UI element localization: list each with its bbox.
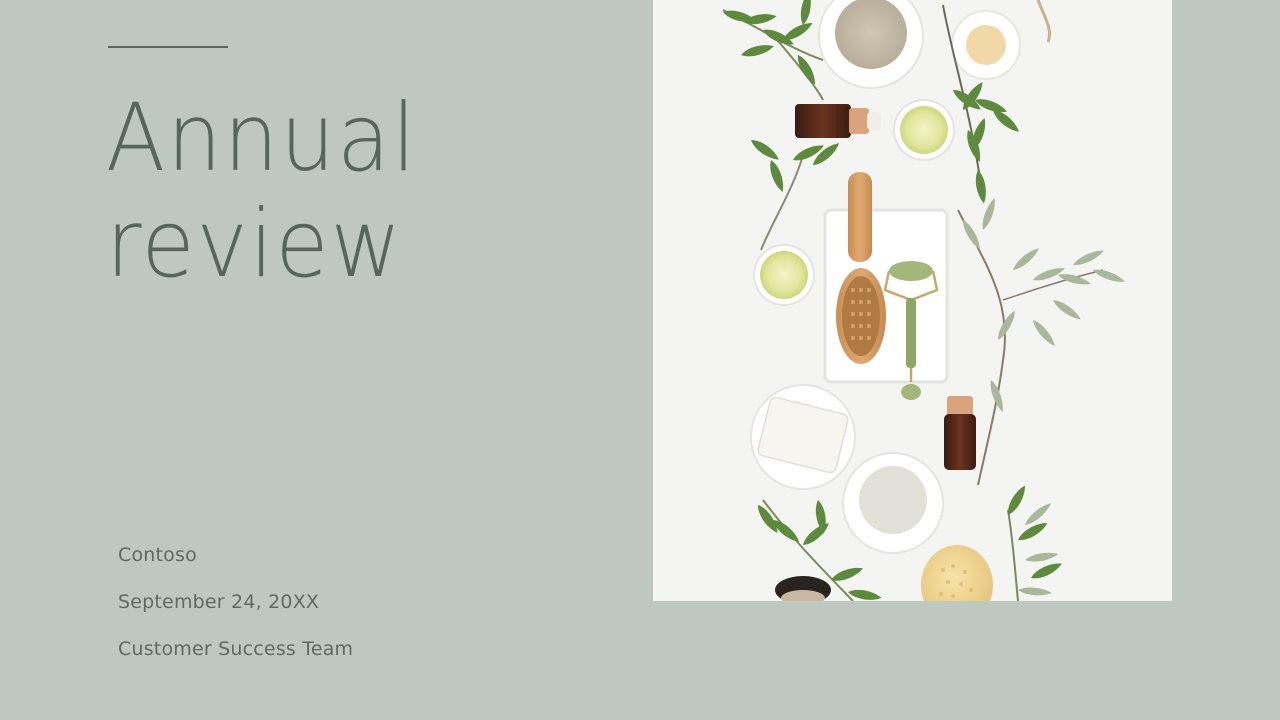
soap-dish-icon bbox=[750, 384, 856, 490]
accent-line bbox=[108, 46, 228, 48]
skincare-flatlay-photo[interactable] bbox=[653, 0, 1172, 601]
title-line-2: review bbox=[106, 190, 404, 299]
title-line-1: Annual bbox=[106, 84, 418, 193]
team-name[interactable]: Customer Success Team bbox=[118, 638, 353, 660]
oil-dish-icon bbox=[753, 244, 815, 306]
serum-bottle-icon bbox=[944, 396, 976, 470]
company-name[interactable]: Contoso bbox=[118, 544, 197, 566]
oil-dish-icon bbox=[893, 99, 955, 161]
serum-bottle-icon bbox=[795, 104, 881, 138]
title-slide: Annual review Contoso September 24, 20XX… bbox=[0, 0, 1280, 720]
presentation-date[interactable]: September 24, 20XX bbox=[118, 591, 319, 613]
slide-title[interactable]: Annual review bbox=[106, 86, 584, 298]
clay-bowl-icon bbox=[842, 452, 944, 554]
